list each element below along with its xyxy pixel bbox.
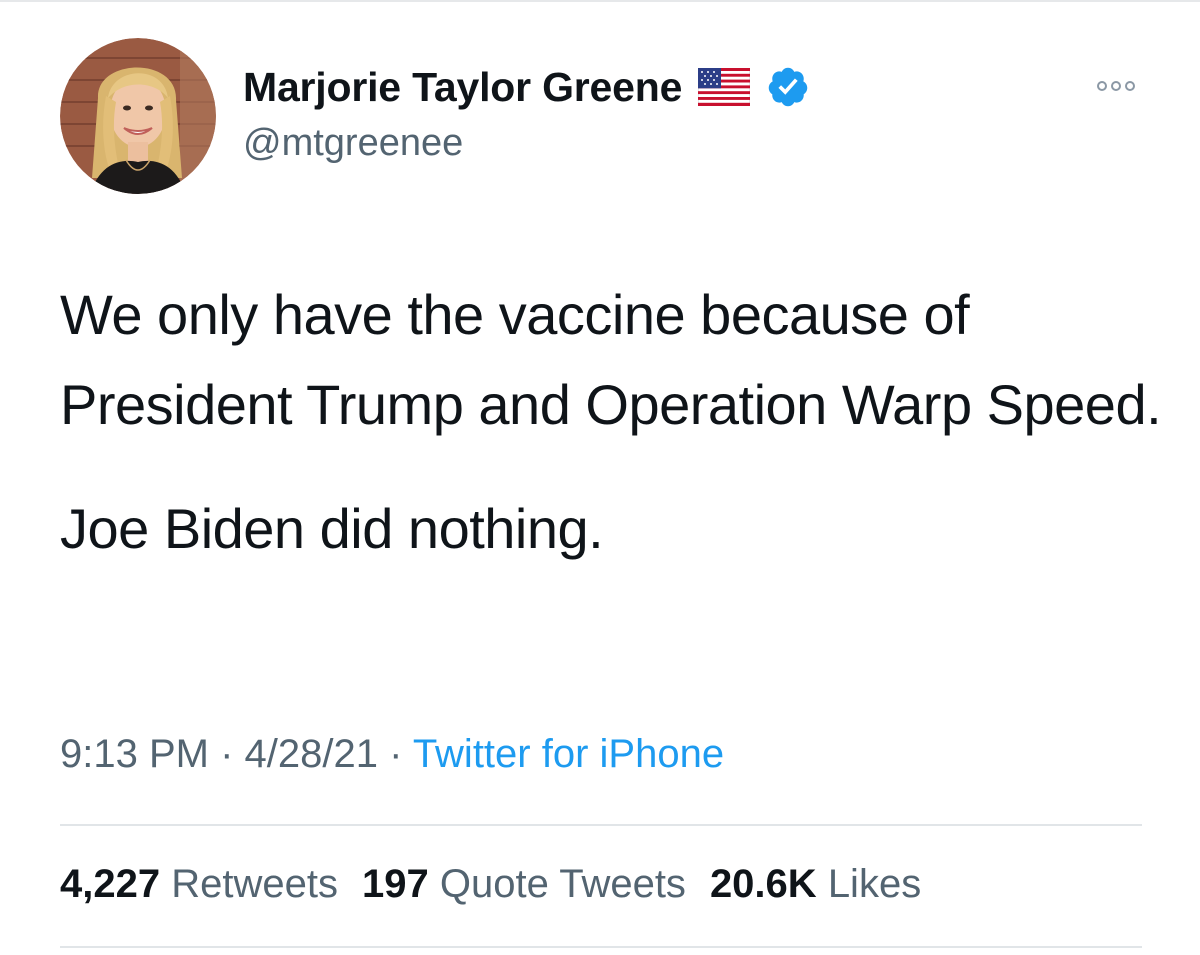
avatar[interactable] xyxy=(60,38,216,194)
quote-tweets-count: 197 xyxy=(361,862,429,906)
likes-count: 20.6K xyxy=(709,862,817,906)
divider xyxy=(60,946,1142,948)
likes-label: Likes xyxy=(827,862,922,906)
avatar-image xyxy=(60,38,216,194)
more-options-icon[interactable] xyxy=(1094,72,1138,100)
author-handle[interactable]: @mtgreenee xyxy=(243,122,463,165)
retweets-count: 4,227 xyxy=(60,862,161,906)
verified-badge-icon[interactable] xyxy=(766,65,810,109)
meta-separator: · xyxy=(377,732,413,776)
top-divider xyxy=(0,0,1200,2)
divider xyxy=(60,824,1142,826)
quote-tweets-stat[interactable]: 197 Quote Tweets xyxy=(362,862,686,907)
us-flag-icon xyxy=(697,67,751,107)
author-display-name[interactable]: Marjorie Taylor Greene xyxy=(243,64,682,111)
tweet-text: We only have the vaccine because of Pres… xyxy=(60,270,1170,574)
tweet-card: Marjorie Taylor Greene @mtgreenee We onl… xyxy=(0,0,1200,955)
author-name-row: Marjorie Taylor Greene xyxy=(243,62,810,112)
tweet-source-link[interactable]: Twitter for iPhone xyxy=(413,732,724,776)
retweets-stat[interactable]: 4,227 Retweets xyxy=(60,862,338,907)
tweet-date[interactable]: 4/28/21 xyxy=(245,732,378,776)
quote-tweets-label: Quote Tweets xyxy=(439,862,686,906)
meta-separator: · xyxy=(208,732,245,776)
tweet-paragraph: We only have the vaccine because of Pres… xyxy=(60,283,1162,436)
likes-stat[interactable]: 20.6K Likes xyxy=(710,862,921,907)
retweets-label: Retweets xyxy=(171,862,338,906)
tweet-time[interactable]: 9:13 PM xyxy=(60,732,209,776)
tweet-meta: 9:13 PM · 4/28/21 · Twitter for iPhone xyxy=(60,732,724,777)
tweet-stats: 4,227 Retweets 197 Quote Tweets 20.6K Li… xyxy=(60,862,945,907)
tweet-paragraph: Joe Biden did nothing. xyxy=(60,497,604,560)
